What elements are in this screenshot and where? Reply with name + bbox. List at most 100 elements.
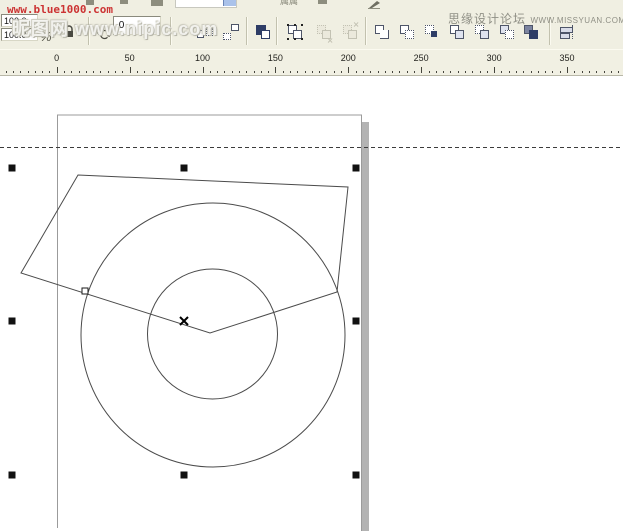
ruler-minor-tick <box>487 71 488 73</box>
ruler-minor-tick <box>254 71 255 73</box>
clipped-combobox[interactable] <box>175 0 237 8</box>
ruler-minor-tick <box>399 71 400 73</box>
selection-handle[interactable] <box>181 472 188 479</box>
weld-button[interactable] <box>371 21 392 42</box>
ruler-minor-tick <box>181 71 182 73</box>
weld-icon <box>374 24 390 40</box>
clipped-label: 属属 <box>280 0 304 5</box>
ruler-tick-label: 0 <box>54 53 59 63</box>
clipped-icon <box>318 0 327 4</box>
ruler-minor-tick <box>159 71 160 73</box>
ruler-tick-label: 100 <box>195 53 210 63</box>
ruler-minor-tick <box>363 71 364 73</box>
ungroup-all-button: × <box>339 21 360 42</box>
selection-handle[interactable] <box>9 165 16 172</box>
selection-center-marker[interactable] <box>180 317 188 325</box>
ruler-minor-tick <box>523 71 524 73</box>
ruler-major-tick <box>421 67 422 73</box>
ruler-minor-tick <box>152 71 153 73</box>
pen-icon[interactable] <box>367 0 381 9</box>
ruler-minor-tick <box>458 71 459 73</box>
ruler-tick-label: 300 <box>487 53 502 63</box>
ruler-minor-tick <box>79 71 80 73</box>
app-window: 属属 % <box>0 0 623 531</box>
combine-icon <box>255 24 271 40</box>
ruler-minor-tick <box>173 71 174 73</box>
ruler-tick-label: 200 <box>341 53 356 63</box>
polygon-shape[interactable] <box>21 175 348 333</box>
group-button[interactable] <box>284 21 305 42</box>
group-icon <box>287 24 303 40</box>
ruler-minor-tick <box>290 71 291 73</box>
ruler-major-tick <box>275 67 276 73</box>
ruler-major-tick <box>348 67 349 73</box>
intersect-button[interactable] <box>421 21 442 42</box>
ruler-minor-tick <box>261 71 262 73</box>
watermark-missyuan-cn: 思缘设计论坛 <box>448 12 526 26</box>
ruler-minor-tick <box>312 71 313 73</box>
selection-handle[interactable] <box>9 318 16 325</box>
ruler-minor-tick <box>86 71 87 73</box>
ruler-minor-tick <box>71 71 72 73</box>
canvas-graphics <box>0 76 623 531</box>
ruler-minor-tick <box>443 71 444 73</box>
ruler-minor-tick <box>6 71 7 73</box>
ruler-minor-tick <box>195 71 196 73</box>
watermark-nipic: 昵图网 www.nipic.com <box>12 15 218 41</box>
drawing-canvas[interactable] <box>0 76 623 531</box>
ruler-minor-tick <box>501 71 502 73</box>
page-border <box>58 115 362 531</box>
ruler-minor-tick <box>407 71 408 73</box>
ungroup-button: × <box>313 21 334 42</box>
ruler-major-tick <box>567 67 568 73</box>
watermark-missyuan: 思缘设计论坛 WWW.MISSYUAN.COM <box>448 10 623 28</box>
trim-button[interactable] <box>396 21 417 42</box>
clipped-icon <box>151 0 163 6</box>
ruler-minor-tick <box>429 71 430 73</box>
ruler-major-tick <box>203 67 204 73</box>
ruler-minor-tick <box>618 71 619 73</box>
horizontal-ruler[interactable]: 050100150200250300350 <box>0 49 623 76</box>
clipped-icon <box>120 0 128 4</box>
ruler-minor-tick <box>378 71 379 73</box>
ruler-minor-tick <box>414 71 415 73</box>
combobox-dropdown-button[interactable] <box>223 0 236 6</box>
inner-circle[interactable] <box>148 269 278 399</box>
ruler-tick-label: 50 <box>125 53 135 63</box>
intersect-icon <box>424 24 440 40</box>
ruler-minor-tick <box>108 71 109 73</box>
ruler-major-tick <box>57 67 58 73</box>
combine-button[interactable] <box>252 21 273 42</box>
selection-handle[interactable] <box>9 472 16 479</box>
ruler-minor-tick <box>574 71 575 73</box>
ruler-minor-tick <box>334 71 335 73</box>
ruler-minor-tick <box>224 71 225 73</box>
ruler-minor-tick <box>560 71 561 73</box>
ruler-minor-tick <box>122 71 123 73</box>
ruler-minor-tick <box>305 71 306 73</box>
selection-handle[interactable] <box>353 165 360 172</box>
mirror-vertical-icon <box>223 24 239 40</box>
ruler-tick-label: 350 <box>559 53 574 63</box>
ruler-minor-tick <box>552 71 553 73</box>
ruler-minor-tick <box>516 71 517 73</box>
mirror-vertical-button[interactable] <box>220 21 241 42</box>
ruler-minor-tick <box>385 71 386 73</box>
ruler-minor-tick <box>465 71 466 73</box>
outer-circle[interactable] <box>81 203 345 467</box>
selection-handle[interactable] <box>353 472 360 479</box>
separator <box>246 17 248 45</box>
ruler-minor-tick <box>297 71 298 73</box>
ruler-minor-tick <box>283 71 284 73</box>
curve-node-handle[interactable] <box>82 288 88 294</box>
trim-icon <box>399 24 415 40</box>
ruler-minor-tick <box>13 71 14 73</box>
ruler-minor-tick <box>246 71 247 73</box>
selection-handle[interactable] <box>181 165 188 172</box>
ruler-minor-tick <box>239 71 240 73</box>
separator <box>365 17 367 45</box>
selection-handle[interactable] <box>353 318 360 325</box>
ruler-minor-tick <box>538 71 539 73</box>
ruler-minor-tick <box>188 71 189 73</box>
ruler-minor-tick <box>42 71 43 73</box>
